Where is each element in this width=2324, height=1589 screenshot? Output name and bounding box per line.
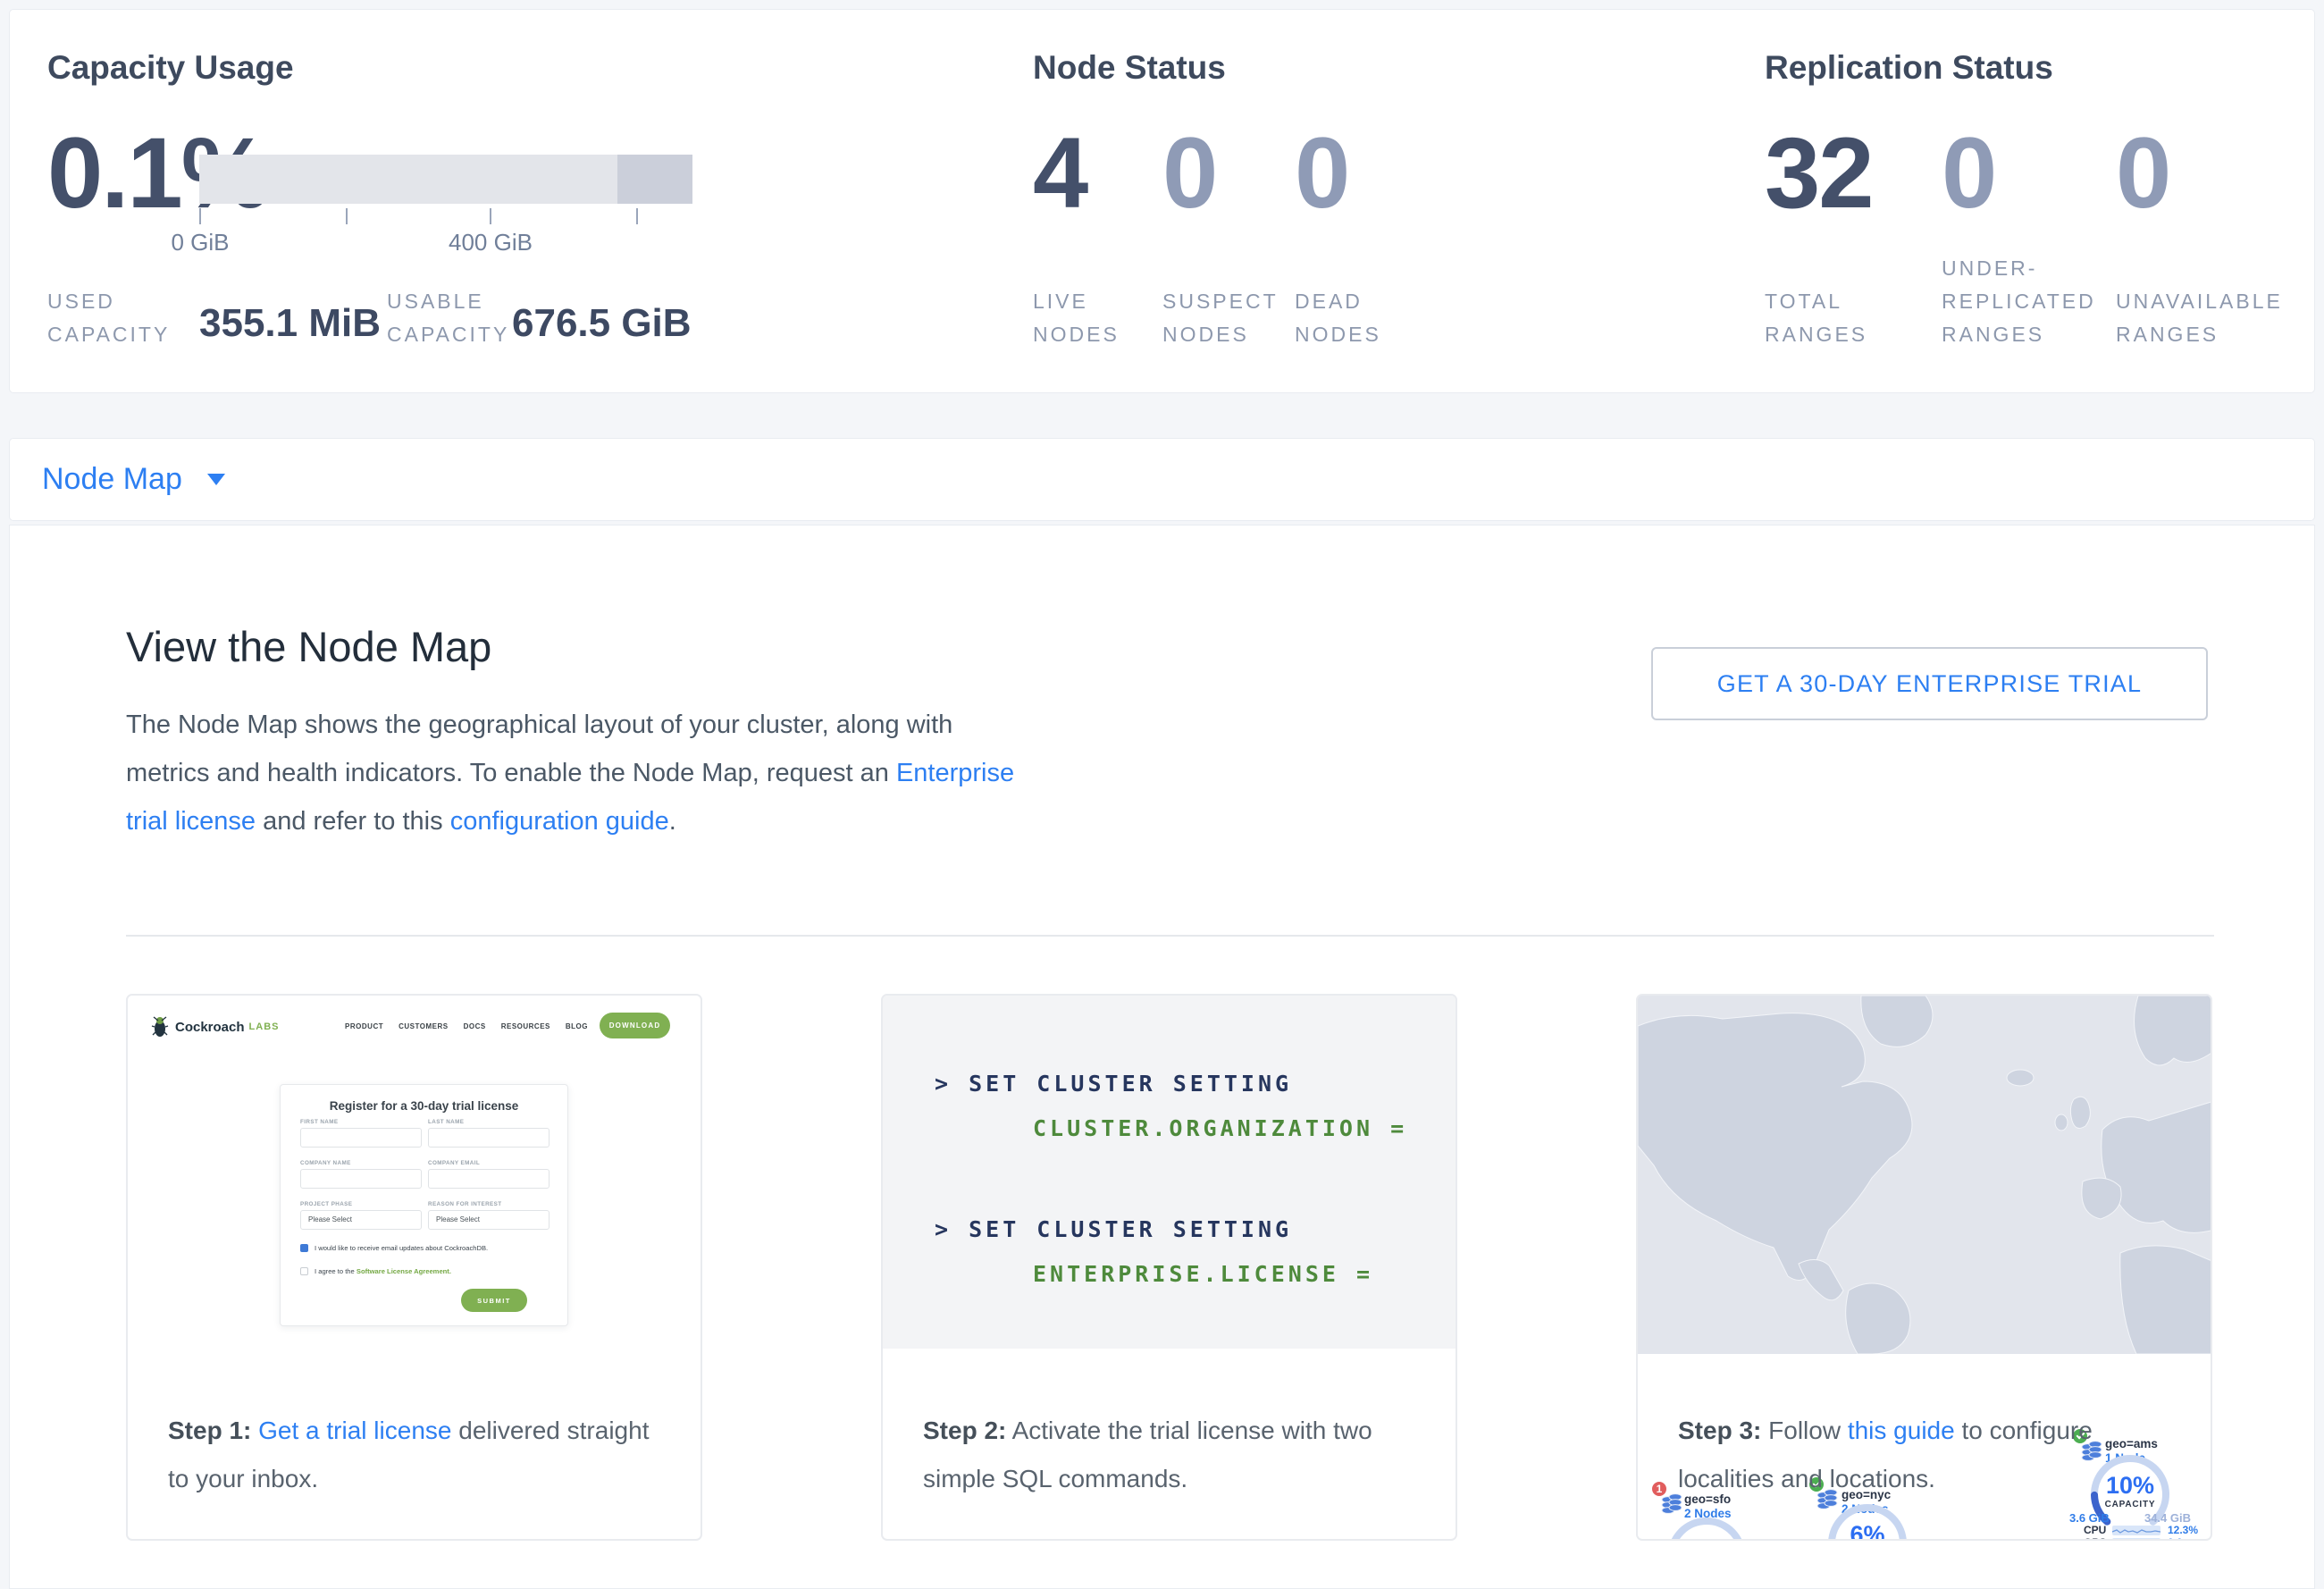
under-replicated-label: UNDER-REPLICATEDRANGES [1942,252,2096,351]
node-status-title: Node Status [1033,49,1226,87]
cockroach-icon [151,1015,169,1038]
license-agreement-checkbox [300,1267,308,1275]
reason-label: REASON FOR INTEREST [428,1201,501,1207]
form-title: Register for a 30-day trial license [281,1099,567,1113]
capacity-bar [199,155,692,204]
trial-license-site-thumbnail: Cockroach LABS PRODUCT CUSTOMERS DOCS RE… [128,996,702,1391]
step2-card: > SET CLUSTER SETTING CLUSTER.ORGANIZATI… [881,994,1457,1541]
view-selector-bar[interactable]: Node Map [9,438,2315,521]
capacity-tick [490,208,491,224]
download-button: DOWNLOAD [600,1013,670,1038]
capacity-bar-reserved-segment [617,155,692,204]
live-nodes-count: 4 [1033,115,1086,231]
step3-card: 1 geo=sfo 2 Nodes 9% CAPACITY 3.2 GiB35.… [1636,994,2212,1541]
dead-nodes-count: 0 [1295,115,1348,231]
email-updates-label: I would like to receive email updates ab… [315,1244,488,1252]
capacity-tick [346,208,348,224]
dead-nodes-label: DEADNODES [1295,285,1381,351]
site-nav: PRODUCT CUSTOMERS DOCS RESOURCES BLOG [345,1022,588,1030]
enterprise-trial-license-link[interactable]: trial license [126,807,256,836]
suspect-nodes-label: SUSPECTNODES [1162,285,1279,351]
used-capacity-label: USEDCAPACITY [47,285,170,351]
unavailable-label: UNAVAILABLERANGES [2116,285,2283,351]
license-agreement-label: I agree to the Software License Agreemen… [315,1267,451,1275]
live-nodes-label: LIVENODES [1033,285,1120,351]
intro-line2: metrics and health indicators. To enable… [126,759,896,787]
this-guide-link[interactable]: this guide [1848,1417,1955,1444]
total-ranges-label: TOTALRANGES [1765,285,1867,351]
capacity-usage-title: Capacity Usage [47,49,294,87]
nav-product: PRODUCT [345,1022,383,1030]
replication-status-title: Replication Status [1765,49,2053,87]
under-replicated-count: 0 [1942,115,1995,231]
project-phase-select: Please Select [300,1210,422,1230]
suspect-nodes-count: 0 [1162,115,1216,231]
company-email-label: COMPANY EMAIL [428,1160,480,1166]
capacity-tick-label-400: 400 GiB [419,229,562,256]
node-map-dropdown[interactable]: Node Map [42,462,182,497]
step3-caption: Step 3: Follow this guide to configure l… [1678,1407,2178,1503]
node-map-thumbnail: 1 geo=sfo 2 Nodes 9% CAPACITY 3.2 GiB35.… [1638,996,2212,1354]
world-map [1638,996,2212,1354]
trial-registration-form: Register for a 30-day trial license FIRS… [280,1084,568,1326]
configuration-guide-link[interactable]: configuration guide [450,807,669,836]
last-name-field [428,1128,550,1148]
software-license-link: Software License Agreement. [357,1267,451,1275]
cluster-summary-panel: Capacity Usage 0.1% 0 GiB 400 GiB USEDCA… [9,9,2315,393]
qps-sparkline [2112,1538,2160,1542]
nav-resources: RESOURCES [501,1022,550,1030]
total-ranges-count: 32 [1765,115,1873,231]
enterprise-trial-license-link[interactable]: Enterprise [896,759,1014,787]
step1-card: Cockroach LABS PRODUCT CUSTOMERS DOCS RE… [126,994,702,1541]
cockroach-labs-logo: Cockroach LABS [151,1015,279,1038]
chevron-down-icon [207,474,225,485]
sql-set-cluster-setting-2: > SET CLUSTER SETTING [935,1216,1292,1242]
capacity-tick [199,208,201,224]
sql-set-cluster-setting-1: > SET CLUSTER SETTING [935,1071,1292,1097]
get-trial-license-link[interactable]: Get a trial license [258,1417,451,1444]
unavailable-count: 0 [2116,115,2169,231]
capacity-tick [636,208,638,224]
nav-blog: BLOG [566,1022,588,1030]
divider [126,935,2214,937]
sql-enterprise-license: ENTERPRISE.LICENSE = [1033,1261,1373,1287]
used-capacity-value: 355.1 MiB [199,301,381,346]
first-name-label: FIRST NAME [300,1119,338,1125]
usable-capacity-label: USABLECAPACITY [387,285,509,351]
node-map-promo-panel: View the Node Map The Node Map shows the… [9,525,2315,1589]
nav-docs: DOCS [464,1022,486,1030]
sql-commands-thumbnail: > SET CLUSTER SETTING CLUSTER.ORGANIZATI… [883,996,1457,1349]
intro-line1: The Node Map shows the geographical layo… [126,710,952,739]
page-title: View the Node Map [126,622,491,671]
get-enterprise-trial-button[interactable]: GET A 30-DAY ENTERPRISE TRIAL [1651,647,2208,720]
company-email-field [428,1169,550,1189]
company-name-label: COMPANY NAME [300,1160,351,1166]
intro-text: The Node Map shows the geographical layo… [126,701,1014,845]
reason-select: Please Select [428,1210,550,1230]
step2-caption: Step 2: Activate the trial license with … [923,1407,1423,1503]
usable-capacity-value: 676.5 GiB [512,301,692,346]
cpu-sparkline [2112,1526,2160,1535]
email-updates-checkbox [300,1244,308,1252]
company-name-field [300,1169,422,1189]
project-phase-label: PROJECT PHASE [300,1201,352,1207]
sql-cluster-organization: CLUSTER.ORGANIZATION = [1033,1115,1407,1141]
first-name-field [300,1128,422,1148]
capacity-tick-label-0: 0 GiB [129,229,272,256]
last-name-label: LAST NAME [428,1119,464,1125]
nav-customers: CUSTOMERS [399,1022,448,1030]
step1-caption: Step 1: Get a trial license delivered st… [168,1407,668,1503]
submit-button: SUBMIT [461,1289,527,1312]
